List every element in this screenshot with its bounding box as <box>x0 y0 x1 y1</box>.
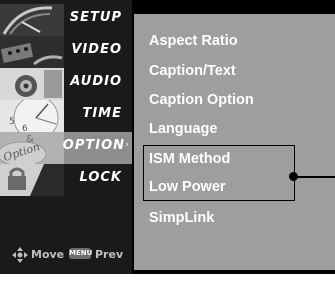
menu-item-setup-label: SETUP <box>69 10 122 25</box>
menu-item-audio-label: AUDIO <box>70 74 122 89</box>
speaker-thumbnail <box>0 68 64 100</box>
option-simplink[interactable]: SimpLink <box>149 210 214 226</box>
move-arrows-icon <box>12 247 28 263</box>
callout-connector-line <box>294 176 335 178</box>
option-caption-option[interactable]: Caption Option <box>149 92 254 108</box>
chevron-right-icon: › <box>125 140 129 150</box>
satellite-dish-thumbnail <box>0 4 64 36</box>
main-menu-sidebar: SETUP VIDEO AUDIO 5 6 TIME Option & OPTI… <box>0 0 132 274</box>
option-aspect-ratio[interactable]: Aspect Ratio <box>149 33 238 49</box>
option-thumbnail: Option & <box>0 132 64 164</box>
menu-item-time[interactable]: 5 6 TIME <box>0 100 132 132</box>
menu-item-setup[interactable]: SETUP <box>0 4 132 36</box>
padlock-thumbnail <box>0 164 64 196</box>
menu-button-icon: MENU <box>69 248 93 259</box>
prev-hint-label: Prev <box>95 248 124 261</box>
tv-menu-screen: SETUP VIDEO AUDIO 5 6 TIME Option & OPTI… <box>0 0 335 274</box>
svg-text:5: 5 <box>9 117 15 127</box>
svg-text:&: & <box>26 134 34 145</box>
clock-thumbnail: 5 6 <box>0 100 64 132</box>
option-caption-text[interactable]: Caption/Text <box>149 63 236 79</box>
menu-item-video[interactable]: VIDEO <box>0 36 132 68</box>
menu-item-video-label: VIDEO <box>71 42 122 57</box>
callout-highlight-box <box>143 145 295 201</box>
move-hint-label: Move <box>31 248 65 261</box>
svg-text:6: 6 <box>22 124 28 132</box>
menu-item-option[interactable]: Option & OPTION › <box>0 132 132 164</box>
menu-item-audio[interactable]: AUDIO <box>0 68 132 100</box>
option-submenu-panel: Aspect Ratio Caption/Text Caption Option… <box>134 14 335 270</box>
menu-item-time-label: TIME <box>82 106 122 121</box>
film-reel-thumbnail <box>0 36 64 68</box>
menu-footer-hints: Move MENU Prev <box>0 236 132 274</box>
menu-item-option-label: OPTION <box>62 138 125 153</box>
option-language[interactable]: Language <box>149 121 217 137</box>
menu-item-lock-label: LOCK <box>79 170 122 185</box>
menu-item-lock[interactable]: LOCK <box>0 164 132 196</box>
